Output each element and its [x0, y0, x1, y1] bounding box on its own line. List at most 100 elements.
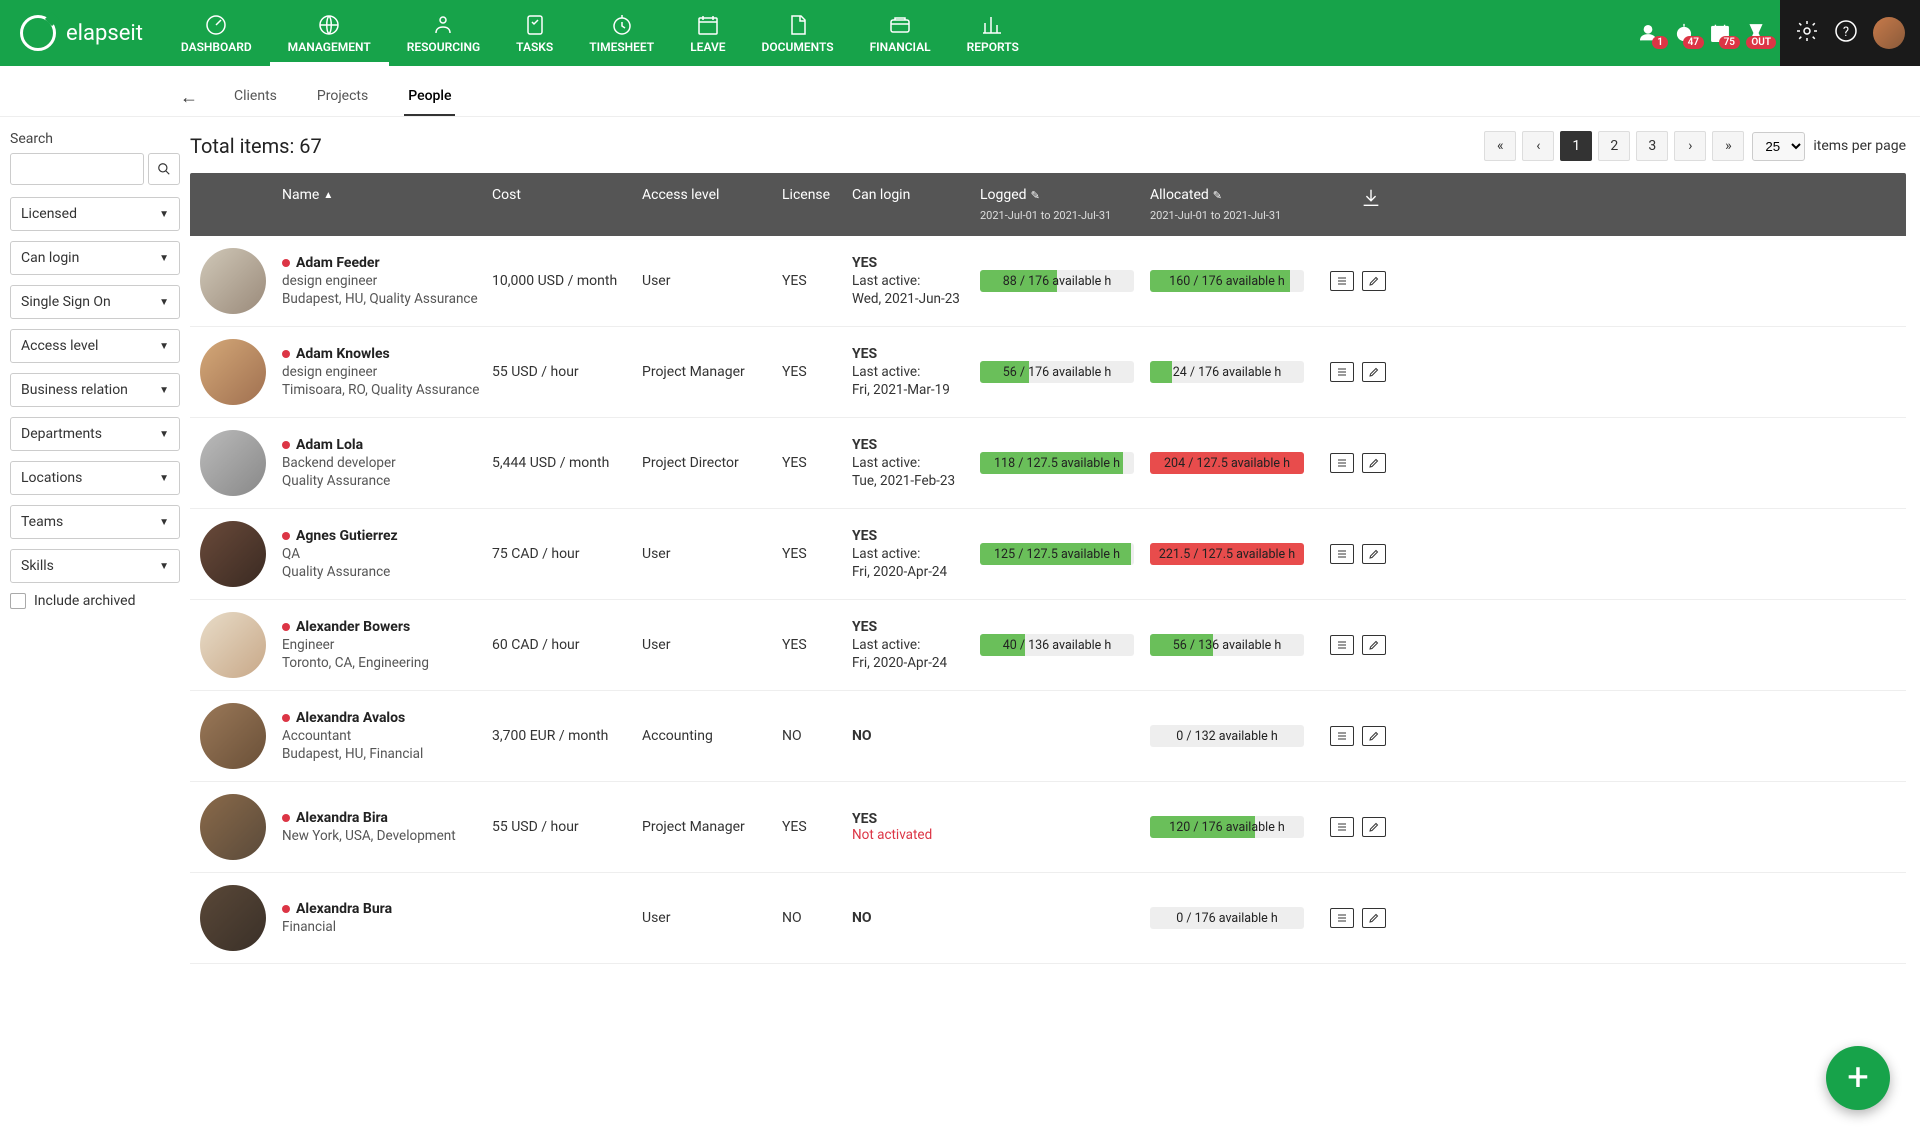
- notif-icon-2[interactable]: 47: [1670, 19, 1698, 47]
- filter-locations[interactable]: Locations▼: [10, 461, 180, 495]
- col-logged[interactable]: Logged✎ 2021-Jul-01 to 2021-Jul-31: [976, 187, 1146, 222]
- person-name[interactable]: Adam Lola: [282, 437, 484, 453]
- details-button[interactable]: [1330, 908, 1354, 928]
- subtab-people[interactable]: People: [404, 78, 455, 116]
- person-name[interactable]: Agnes Gutierrez: [282, 528, 484, 544]
- pencil-icon[interactable]: ✎: [1031, 189, 1040, 202]
- nav-documents[interactable]: DOCUMENTS: [744, 0, 852, 66]
- total-items: Total items: 67: [190, 134, 322, 158]
- nav-resourcing[interactable]: RESOURCING: [389, 0, 498, 66]
- col-name[interactable]: Name▲: [278, 187, 488, 203]
- nav-tasks[interactable]: TASKS: [498, 0, 571, 66]
- col-cost[interactable]: Cost: [488, 187, 638, 203]
- details-button[interactable]: [1330, 271, 1354, 291]
- person-name[interactable]: Alexandra Bira: [282, 810, 484, 826]
- pencil-icon: [1367, 821, 1381, 833]
- subtab-projects[interactable]: Projects: [313, 78, 372, 116]
- col-license[interactable]: License: [778, 187, 848, 203]
- logged-cell: 118 / 127.5 available h: [976, 452, 1146, 474]
- person-name[interactable]: Adam Feeder: [282, 255, 484, 271]
- subtab-clients[interactable]: Clients: [230, 78, 281, 116]
- filter-can-login[interactable]: Can login▼: [10, 241, 180, 275]
- add-fab[interactable]: +: [1826, 1046, 1890, 1110]
- logo[interactable]: elapseit: [0, 0, 163, 66]
- col-download[interactable]: [1316, 187, 1396, 213]
- person-avatar[interactable]: [200, 430, 266, 496]
- access-cell: User: [638, 546, 778, 562]
- nav-reports[interactable]: REPORTS: [949, 0, 1037, 66]
- edit-button[interactable]: [1362, 362, 1386, 382]
- nav-timesheet[interactable]: TIMESHEET: [571, 0, 672, 66]
- nav-dashboard[interactable]: DASHBOARD: [163, 0, 270, 66]
- edit-button[interactable]: [1362, 635, 1386, 655]
- table-row: Alexandra AvalosAccountantBudapest, HU, …: [190, 691, 1906, 782]
- user-avatar[interactable]: [1873, 17, 1905, 49]
- person-avatar[interactable]: [200, 248, 266, 314]
- details-button[interactable]: [1330, 544, 1354, 564]
- nav-management[interactable]: MANAGEMENT: [270, 0, 389, 66]
- search-button[interactable]: [148, 153, 180, 185]
- person-avatar[interactable]: [200, 794, 266, 860]
- person-name[interactable]: Alexandra Avalos: [282, 710, 484, 726]
- edit-button[interactable]: [1362, 544, 1386, 564]
- table-row: Adam Feederdesign engineerBudapest, HU, …: [190, 236, 1906, 327]
- progress-bar: 56 / 176 available h: [980, 361, 1134, 383]
- person-avatar[interactable]: [200, 703, 266, 769]
- col-allocated[interactable]: Allocated✎ 2021-Jul-01 to 2021-Jul-31: [1146, 187, 1316, 222]
- nav-right-dark: ?: [1780, 0, 1920, 66]
- person-name[interactable]: Adam Knowles: [282, 346, 484, 362]
- login-cell: YESLast active:Tue, 2021-Feb-23: [848, 437, 976, 489]
- person-name[interactable]: Alexandra Bura: [282, 901, 484, 917]
- filter-skills[interactable]: Skills▼: [10, 549, 180, 583]
- edit-button[interactable]: [1362, 726, 1386, 746]
- page-«[interactable]: «: [1484, 131, 1516, 161]
- details-button[interactable]: [1330, 635, 1354, 655]
- page-‹[interactable]: ‹: [1522, 131, 1554, 161]
- col-access[interactable]: Access level: [638, 187, 778, 203]
- include-archived-checkbox[interactable]: [10, 593, 26, 609]
- person-avatar[interactable]: [200, 612, 266, 678]
- person-avatar[interactable]: [200, 885, 266, 951]
- col-canlogin[interactable]: Can login: [848, 187, 976, 203]
- filter-business-relation[interactable]: Business relation▼: [10, 373, 180, 407]
- notif-icon-3[interactable]: 75: [1706, 19, 1734, 47]
- page-›[interactable]: ›: [1674, 131, 1706, 161]
- nav-leave[interactable]: LEAVE: [672, 0, 743, 66]
- filter-teams[interactable]: Teams▼: [10, 505, 180, 539]
- chevron-down-icon: ▼: [159, 385, 169, 396]
- nav-financial[interactable]: FINANCIAL: [852, 0, 949, 66]
- edit-button[interactable]: [1362, 817, 1386, 837]
- help-icon[interactable]: ?: [1834, 19, 1858, 47]
- pencil-icon[interactable]: ✎: [1213, 189, 1222, 202]
- details-button[interactable]: [1330, 453, 1354, 473]
- person-avatar[interactable]: [200, 521, 266, 587]
- page-2[interactable]: 2: [1598, 131, 1630, 161]
- search-input[interactable]: [10, 153, 144, 185]
- logo-icon: [20, 15, 56, 51]
- allocated-cell: 204 / 127.5 available h: [1146, 452, 1316, 474]
- details-button[interactable]: [1330, 362, 1354, 382]
- page-»[interactable]: »: [1712, 131, 1744, 161]
- edit-button[interactable]: [1362, 453, 1386, 473]
- settings-icon[interactable]: [1795, 19, 1819, 47]
- filter-single-sign-on[interactable]: Single Sign On▼: [10, 285, 180, 319]
- details-button[interactable]: [1330, 726, 1354, 746]
- license-cell: NO: [778, 728, 848, 744]
- page-1[interactable]: 1: [1560, 131, 1592, 161]
- filter-access-level[interactable]: Access level▼: [10, 329, 180, 363]
- notif-icon-1[interactable]: 1: [1634, 19, 1662, 47]
- notif-icon-4[interactable]: OUT: [1742, 19, 1770, 47]
- per-page-select[interactable]: 25: [1752, 132, 1805, 161]
- page-3[interactable]: 3: [1636, 131, 1668, 161]
- edit-button[interactable]: [1362, 271, 1386, 291]
- filter-licensed[interactable]: Licensed▼: [10, 197, 180, 231]
- person-avatar[interactable]: [200, 339, 266, 405]
- include-archived-row[interactable]: Include archived: [10, 593, 180, 609]
- person-name[interactable]: Alexander Bowers: [282, 619, 484, 635]
- status-dot-icon: [282, 350, 290, 358]
- filter-departments[interactable]: Departments▼: [10, 417, 180, 451]
- login-cell: YESLast active:Fri, 2020-Apr-24: [848, 528, 976, 580]
- details-button[interactable]: [1330, 817, 1354, 837]
- edit-button[interactable]: [1362, 908, 1386, 928]
- back-arrow-icon[interactable]: ←: [180, 87, 198, 108]
